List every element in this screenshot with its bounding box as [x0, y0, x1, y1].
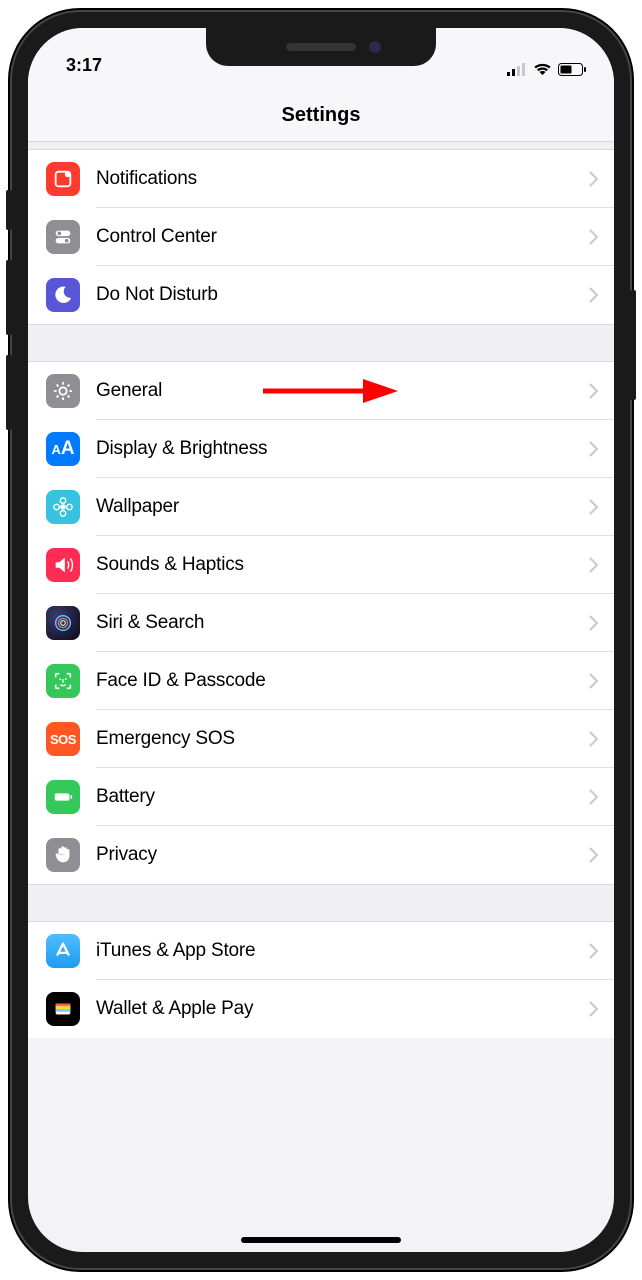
notch [206, 28, 436, 66]
row-control-center[interactable]: Control Center [28, 208, 614, 266]
chevron-right-icon [589, 499, 598, 515]
wallet-icon [46, 992, 80, 1026]
settings-group-1: General AA Display & Brightness [28, 362, 614, 884]
row-label: General [96, 380, 589, 402]
gear-icon [46, 374, 80, 408]
row-wallpaper[interactable]: Wallpaper [28, 478, 614, 536]
settings-group-0: Notifications Control Center Do Not [28, 150, 614, 324]
wifi-icon [533, 62, 552, 76]
status-time: 3:17 [66, 55, 102, 76]
volume-down-button [6, 355, 12, 430]
status-indicators [507, 62, 586, 76]
row-label: Control Center [96, 226, 589, 248]
row-label: Sounds & Haptics [96, 554, 589, 576]
group-separator [28, 324, 614, 362]
row-emergency-sos[interactable]: SOS Emergency SOS [28, 710, 614, 768]
chevron-right-icon [589, 847, 598, 863]
speaker-grille [286, 43, 356, 51]
row-label: Emergency SOS [96, 728, 589, 750]
volume-up-button [6, 260, 12, 335]
chevron-right-icon [589, 615, 598, 631]
chevron-right-icon [589, 731, 598, 747]
row-siri-search[interactable]: Siri & Search [28, 594, 614, 652]
hand-icon [46, 838, 80, 872]
text-size-icon: AA [46, 432, 80, 466]
home-indicator[interactable] [241, 1237, 401, 1243]
row-face-id-passcode[interactable]: Face ID & Passcode [28, 652, 614, 710]
row-label: Face ID & Passcode [96, 670, 589, 692]
mute-switch [6, 190, 12, 230]
flower-icon [46, 490, 80, 524]
siri-icon [46, 606, 80, 640]
cellular-signal-icon [507, 63, 527, 76]
settings-group-2: iTunes & App Store Wallet & Apple Pay [28, 922, 614, 1038]
row-label: Notifications [96, 168, 589, 190]
phone-device-frame: 3:17 [10, 10, 632, 1270]
chevron-right-icon [589, 229, 598, 245]
row-label: Siri & Search [96, 612, 589, 634]
row-label: iTunes & App Store [96, 940, 589, 962]
row-label: Wallpaper [96, 496, 589, 518]
chevron-right-icon [589, 943, 598, 959]
row-display-brightness[interactable]: AA Display & Brightness [28, 420, 614, 478]
chevron-right-icon [589, 441, 598, 457]
row-label: Battery [96, 786, 589, 808]
row-battery[interactable]: Battery [28, 768, 614, 826]
speaker-icon [46, 548, 80, 582]
notifications-icon [46, 162, 80, 196]
row-notifications[interactable]: Notifications [28, 150, 614, 208]
toggles-icon [46, 220, 80, 254]
chevron-right-icon [589, 383, 598, 399]
sos-icon: SOS [46, 722, 80, 756]
faceid-icon [46, 664, 80, 698]
group-separator [28, 142, 614, 150]
row-general[interactable]: General [28, 362, 614, 420]
row-do-not-disturb[interactable]: Do Not Disturb [28, 266, 614, 324]
chevron-right-icon [589, 287, 598, 303]
chevron-right-icon [589, 1001, 598, 1017]
chevron-right-icon [589, 557, 598, 573]
chevron-right-icon [589, 673, 598, 689]
front-camera [369, 41, 381, 53]
group-separator [28, 884, 614, 922]
power-button [630, 290, 636, 400]
page-title: Settings [28, 104, 614, 127]
row-privacy[interactable]: Privacy [28, 826, 614, 884]
chevron-right-icon [589, 171, 598, 187]
row-itunes-app-store[interactable]: iTunes & App Store [28, 922, 614, 980]
nav-header: Settings [28, 80, 614, 142]
row-wallet-apple-pay[interactable]: Wallet & Apple Pay [28, 980, 614, 1038]
row-label: Privacy [96, 844, 589, 866]
screen: 3:17 [28, 28, 614, 1252]
row-label: Do Not Disturb [96, 284, 589, 306]
moon-icon [46, 278, 80, 312]
battery-icon [46, 780, 80, 814]
chevron-right-icon [589, 789, 598, 805]
battery-icon [558, 63, 586, 76]
row-label: Wallet & Apple Pay [96, 998, 589, 1020]
row-sounds-haptics[interactable]: Sounds & Haptics [28, 536, 614, 594]
row-label: Display & Brightness [96, 438, 589, 460]
appstore-icon [46, 934, 80, 968]
